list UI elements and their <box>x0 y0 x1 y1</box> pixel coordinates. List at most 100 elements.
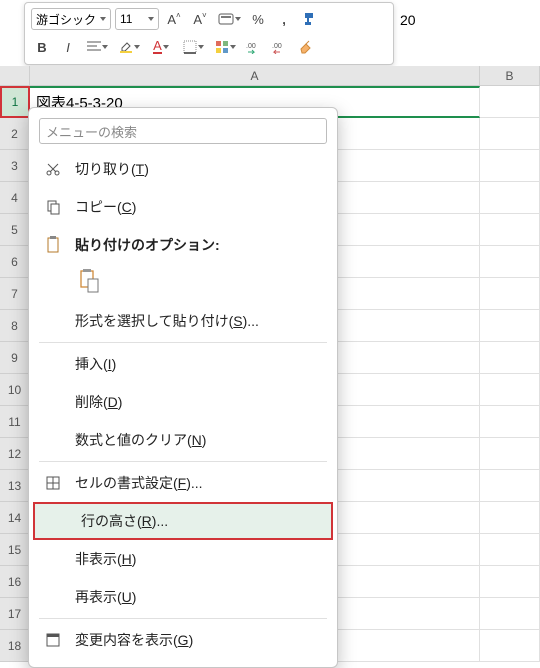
menu-search-input[interactable]: メニューの検索 <box>39 118 327 144</box>
font-name-select[interactable]: 游ゴシック <box>31 8 111 30</box>
row-header[interactable]: 3 <box>0 150 30 182</box>
format-painter-button[interactable] <box>299 8 321 30</box>
select-all-corner[interactable] <box>0 66 30 86</box>
cell[interactable] <box>480 438 540 470</box>
cell[interactable] <box>480 406 540 438</box>
menu-clear-contents[interactable]: 数式と値のクリア(N) <box>29 421 337 459</box>
percent-format-button[interactable]: % <box>247 8 269 30</box>
decrease-decimal-button[interactable]: .00 <box>269 36 291 58</box>
row-header[interactable]: 6 <box>0 246 30 278</box>
menu-delete-label: 削除(D) <box>75 392 323 412</box>
menu-copy[interactable]: コピー(C) <box>29 188 337 226</box>
menu-paste-options-header: 貼り付けのオプション: <box>29 226 337 264</box>
row-header[interactable]: 2 <box>0 118 30 150</box>
row-header[interactable]: 16 <box>0 566 30 598</box>
menu-cut[interactable]: 切り取り(T) <box>29 150 337 188</box>
accounting-format-button[interactable] <box>215 8 243 30</box>
menu-delete[interactable]: 削除(D) <box>29 383 337 421</box>
menu-format-cells[interactable]: セルの書式設定(F)... <box>29 464 337 502</box>
row-header[interactable]: 8 <box>0 310 30 342</box>
column-header-a[interactable]: A <box>30 66 480 86</box>
svg-text:.00: .00 <box>272 43 282 50</box>
menu-show-changes-label: 変更内容を表示(G) <box>75 630 323 650</box>
menu-separator <box>39 342 327 343</box>
chevron-down-icon <box>100 17 106 21</box>
menu-clear-label: 数式と値のクリア(N) <box>75 430 323 450</box>
menu-copy-label: コピー(C) <box>75 197 323 217</box>
row-header[interactable]: 13 <box>0 470 30 502</box>
bold-button[interactable]: B <box>31 36 53 58</box>
cell[interactable] <box>480 630 540 662</box>
cell[interactable] <box>480 534 540 566</box>
menu-paste-special-label: 形式を選択して貼り付け(S)... <box>75 311 323 331</box>
row-header[interactable]: 7 <box>0 278 30 310</box>
menu-row-height-label: 行の高さ(R)... <box>81 511 317 531</box>
paste-options-row <box>29 264 337 302</box>
font-size-value: 11 <box>120 12 132 26</box>
font-size-select[interactable]: 11 <box>115 8 159 30</box>
row-header[interactable]: 5 <box>0 214 30 246</box>
svg-text:.00: .00 <box>246 43 256 50</box>
cell[interactable] <box>480 278 540 310</box>
row-header[interactable]: 17 <box>0 598 30 630</box>
cell[interactable] <box>480 310 540 342</box>
comma-format-button[interactable]: , <box>273 8 295 30</box>
menu-insert[interactable]: 挿入(I) <box>29 345 337 383</box>
fill-color-button[interactable] <box>115 36 143 58</box>
chevron-down-icon <box>230 45 236 49</box>
paste-default-button[interactable] <box>75 266 103 296</box>
context-menu: メニューの検索 切り取り(T) コピー(C) 貼り付けのオプション: 形式を選択… <box>28 107 338 668</box>
cell[interactable] <box>480 374 540 406</box>
cell[interactable] <box>480 502 540 534</box>
chevron-down-icon <box>148 17 154 21</box>
font-name-value: 游ゴシック <box>36 11 96 28</box>
copy-icon <box>43 199 63 215</box>
italic-button[interactable]: I <box>57 36 79 58</box>
menu-format-cells-label: セルの書式設定(F)... <box>75 473 323 493</box>
column-header-b[interactable]: B <box>480 66 540 86</box>
cell[interactable] <box>480 566 540 598</box>
menu-show-changes[interactable]: 変更内容を表示(G) <box>29 621 337 659</box>
row-header[interactable]: 4 <box>0 182 30 214</box>
menu-unhide-label: 再表示(U) <box>75 587 323 607</box>
cell[interactable] <box>480 246 540 278</box>
font-color-button[interactable]: A <box>147 36 175 58</box>
mini-toolbar: 游ゴシック 11 A˄ A˅ % , B I A <box>24 2 394 65</box>
clear-format-button[interactable] <box>295 36 317 58</box>
borders-button[interactable] <box>179 36 207 58</box>
chevron-down-icon <box>102 45 108 49</box>
cell[interactable] <box>480 118 540 150</box>
row-header[interactable]: 10 <box>0 374 30 406</box>
row-header[interactable]: 12 <box>0 438 30 470</box>
chevron-down-icon <box>134 45 140 49</box>
menu-hide[interactable]: 非表示(H) <box>29 540 337 578</box>
row-header[interactable]: 14 <box>0 502 30 534</box>
conditional-format-button[interactable] <box>211 36 239 58</box>
row-header[interactable]: 9 <box>0 342 30 374</box>
cell[interactable] <box>480 342 540 374</box>
chevron-down-icon <box>198 45 204 49</box>
row-header[interactable]: 15 <box>0 534 30 566</box>
row-header[interactable]: 11 <box>0 406 30 438</box>
scissors-icon <box>43 161 63 177</box>
cell[interactable] <box>480 214 540 246</box>
menu-hide-label: 非表示(H) <box>75 549 323 569</box>
menu-unhide[interactable]: 再表示(U) <box>29 578 337 616</box>
row-header[interactable]: 18 <box>0 630 30 662</box>
cell-overflow-text: 20 <box>400 12 416 28</box>
decrease-font-button[interactable]: A˅ <box>189 8 211 30</box>
menu-paste-options-label: 貼り付けのオプション: <box>75 235 323 255</box>
menu-row-height[interactable]: 行の高さ(R)... <box>33 502 333 540</box>
cell[interactable] <box>480 598 540 630</box>
cell[interactable] <box>480 182 540 214</box>
menu-paste-special[interactable]: 形式を選択して貼り付け(S)... <box>29 302 337 340</box>
align-button[interactable] <box>83 36 111 58</box>
increase-decimal-button[interactable]: .00 <box>243 36 265 58</box>
row-header[interactable]: 1 <box>0 86 30 118</box>
cell[interactable] <box>480 150 540 182</box>
cell[interactable] <box>480 86 540 118</box>
show-changes-icon <box>43 632 63 648</box>
menu-separator <box>39 461 327 462</box>
increase-font-button[interactable]: A˄ <box>163 8 185 30</box>
cell[interactable] <box>480 470 540 502</box>
